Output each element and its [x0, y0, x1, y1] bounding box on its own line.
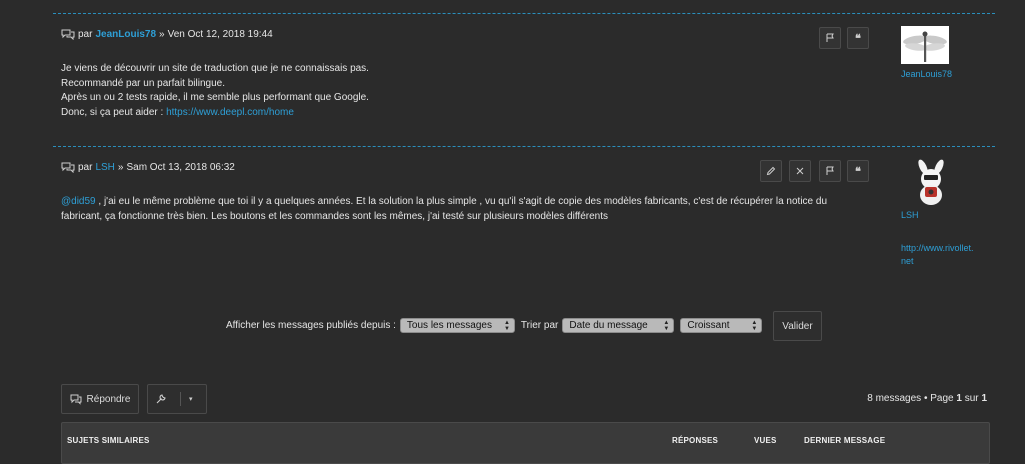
deepl-link[interactable]: https://www.deepl.com/home [166, 107, 294, 118]
total-pages: 1 [981, 393, 987, 404]
post-line: fabricant, ça fonctionne très bien. Les … [61, 210, 609, 222]
display-select-value: Tous les messages [406, 320, 492, 331]
bullet: • [923, 393, 928, 404]
author-link[interactable]: JeanLouis78 [95, 29, 156, 40]
quote-icon: ❝ [855, 31, 861, 45]
col-last-post: DERNIER MESSAGE [804, 436, 886, 445]
date-sep: » [117, 162, 124, 173]
post-icon [61, 29, 75, 40]
mention-link[interactable]: @did59 [61, 196, 96, 207]
of-word: sur [964, 393, 979, 404]
col-views: VUES [754, 436, 777, 445]
quote-icon: ❝ [855, 164, 861, 178]
post-line: @did59 , j'ai eu le même problème que to… [61, 195, 827, 210]
post-line: Recommandé par un parfait bilingue. [61, 77, 225, 89]
select-arrows-icon: ▲ ▼ [663, 319, 670, 332]
quote-button[interactable]: ❝ [847, 27, 869, 49]
post-line: Je viens de découvrir un site de traduct… [61, 63, 369, 74]
report-button[interactable] [819, 160, 841, 182]
display-label: Afficher les messages publiés depuis : [226, 320, 396, 331]
post-line-text: , j'ai eu le même problème que toi il y … [95, 196, 828, 207]
post-header: par LSH » Sam Oct 13, 2018 06:32 [61, 162, 235, 173]
post-line: Donc, si ça peut aider : https://www.dee… [61, 106, 369, 121]
flag-icon [826, 166, 834, 175]
dragonfly-icon [903, 31, 947, 62]
website-line: net [901, 255, 914, 266]
post-content: Je viens de découvrir un site de traduct… [61, 62, 369, 120]
sort-select[interactable]: Date du message ▲ ▼ [562, 318, 675, 333]
wrench-icon [156, 394, 166, 404]
sort-select-value: Date du message [569, 320, 648, 331]
button-divider [180, 392, 181, 406]
pencil-icon [766, 166, 776, 176]
post-line: Après un ou 2 tests rapide, il me semble… [61, 92, 369, 103]
select-arrows-icon: ▲ ▼ [751, 319, 758, 332]
submit-button[interactable]: Valider [773, 311, 822, 341]
post-date: Ven Oct 12, 2018 19:44 [167, 29, 273, 40]
current-page: 1 [956, 393, 962, 404]
tools-dropdown-button[interactable]: ▾ [147, 384, 207, 414]
edit-button[interactable] [760, 160, 782, 182]
profile-website-link[interactable]: http://www.rivollet. net [901, 242, 991, 267]
select-arrows-icon: ▲ ▼ [503, 319, 510, 332]
by-label: par [78, 29, 93, 40]
profile-username[interactable]: LSH [901, 210, 919, 220]
pagination-info: 8 messages • Page 1 sur 1 [867, 393, 987, 404]
report-button[interactable] [819, 27, 841, 49]
flag-icon [826, 33, 834, 42]
quote-button[interactable]: ❝ [847, 160, 869, 182]
post-header: par JeanLouis78 » Ven Oct 12, 2018 19:44 [61, 29, 273, 40]
similar-topics-header: SUJETS SIMILAIRES RÉPONSES VUES DERNIER … [61, 422, 990, 464]
message-count: 8 messages [867, 393, 922, 404]
post-date: Sam Oct 13, 2018 06:32 [126, 162, 235, 173]
delete-button[interactable] [789, 160, 811, 182]
by-label: par [78, 162, 93, 173]
chevron-down-icon: ▾ [189, 396, 193, 403]
close-icon [796, 167, 804, 175]
col-replies: RÉPONSES [672, 436, 719, 445]
page-word: Page [930, 393, 954, 404]
post-content: @did59 , j'ai eu le même problème que to… [61, 195, 827, 224]
avatar[interactable] [913, 159, 949, 207]
author-link[interactable]: LSH [95, 162, 114, 173]
sort-options-bar: Afficher les messages publiés depuis : T… [226, 318, 763, 333]
reply-label: Répondre [86, 393, 131, 405]
order-select[interactable]: Croissant ▲ ▼ [680, 318, 763, 333]
date-sep: » [159, 29, 165, 40]
profile-username[interactable]: JeanLouis78 [901, 69, 952, 79]
website-line: http://www.rivollet. [901, 243, 974, 253]
avatar[interactable] [901, 26, 949, 64]
order-select-value: Croissant [687, 320, 730, 331]
post-line-prefix: Donc, si ça peut aider : [61, 106, 167, 118]
reply-button[interactable]: Répondre [61, 384, 139, 414]
post-icon [61, 162, 75, 173]
col-topics: SUJETS SIMILAIRES [67, 436, 150, 445]
post-separator [53, 13, 995, 14]
post-separator [53, 146, 995, 147]
sort-label: Trier par [520, 320, 559, 331]
rabbit-mascot-icon [918, 159, 944, 205]
reply-icon [70, 394, 82, 405]
display-select[interactable]: Tous les messages ▲ ▼ [399, 318, 515, 333]
